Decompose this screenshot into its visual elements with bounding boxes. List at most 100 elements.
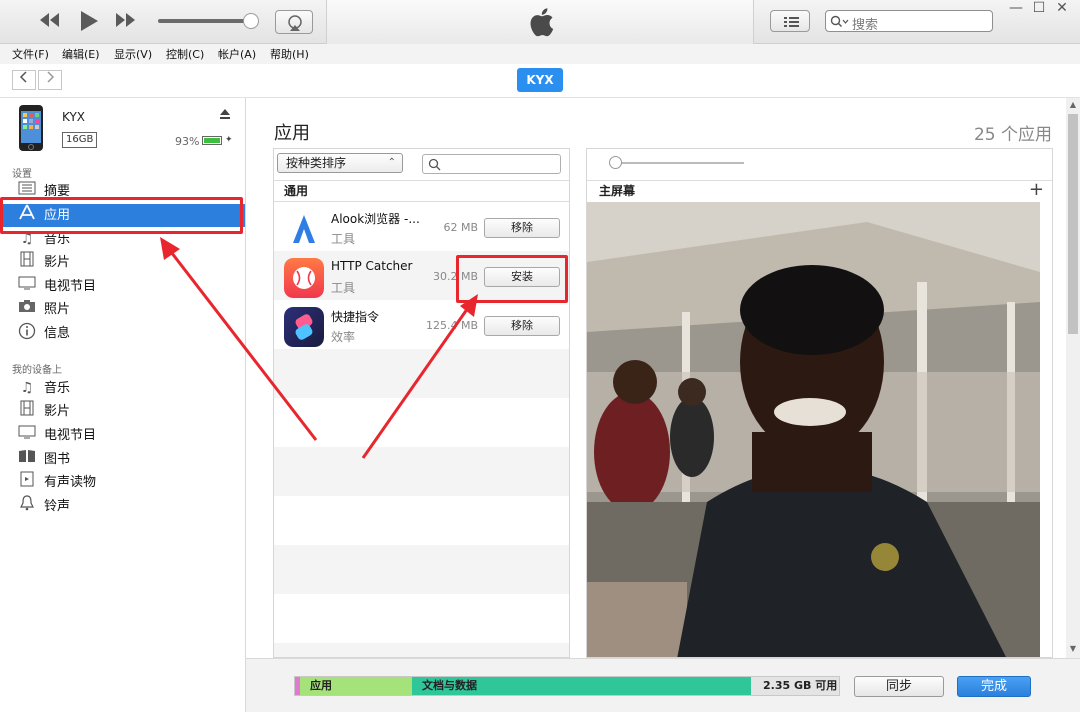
app-name: 快捷指令 bbox=[331, 310, 380, 324]
sidebar-item-device-books[interactable]: 图书 bbox=[0, 448, 245, 471]
back-button[interactable] bbox=[12, 70, 36, 90]
settings-section-label: 设置 bbox=[12, 169, 32, 180]
minimize-button[interactable]: — bbox=[1006, 0, 1026, 18]
done-button[interactable]: 完成 bbox=[957, 676, 1031, 697]
sidebar-item-films[interactable]: 影片 bbox=[0, 251, 245, 274]
sidebar-item-info[interactable]: 信息 bbox=[0, 322, 245, 345]
airplay-icon bbox=[288, 15, 302, 31]
sidebar-item-label: 照片 bbox=[44, 302, 71, 317]
chevron-right-icon bbox=[47, 71, 55, 83]
volume-knob[interactable] bbox=[243, 13, 259, 29]
forward-button[interactable] bbox=[38, 70, 62, 90]
sidebar-item-tv[interactable]: 电视节目 bbox=[0, 275, 245, 298]
sidebar-item-label: 铃声 bbox=[44, 499, 71, 514]
remove-button[interactable]: 移除 bbox=[484, 316, 560, 336]
battery-percent: 93% bbox=[175, 135, 200, 148]
storage-segment-apps: 应用 bbox=[300, 677, 412, 695]
annotation-highlight-install bbox=[456, 255, 568, 303]
add-screen-button[interactable]: + bbox=[1029, 179, 1044, 200]
film-icon bbox=[17, 251, 37, 275]
device-name: KYX bbox=[62, 110, 85, 124]
sidebar-item-photos[interactable]: 照片 bbox=[0, 298, 245, 321]
bottom-bar: 应用 文档与数据 2.35 GB 可用 同步 完成 bbox=[246, 658, 1080, 712]
storage-segment-documents: 文档与数据 bbox=[412, 677, 751, 695]
menu-account[interactable]: 帐户(A) bbox=[218, 46, 256, 62]
lcd-display bbox=[326, 0, 754, 44]
tv-icon bbox=[17, 424, 37, 447]
search-icon bbox=[830, 15, 849, 27]
home-screen-header: 主屏幕 bbox=[587, 180, 1052, 202]
film-icon bbox=[17, 400, 37, 424]
zoom-slider[interactable] bbox=[609, 162, 744, 164]
sidebar-item-label: 图书 bbox=[44, 452, 71, 467]
sidebar-item-device-ringtones[interactable]: 铃声 bbox=[0, 495, 245, 518]
list-stripe bbox=[274, 545, 569, 594]
main-scrollbar[interactable]: ▲ ▼ bbox=[1066, 98, 1080, 658]
app-count: 25 个应用 bbox=[973, 125, 1052, 145]
rewind-icon[interactable] bbox=[38, 11, 62, 34]
chevron-left-icon bbox=[19, 71, 27, 83]
menu-edit[interactable]: 编辑(E) bbox=[62, 46, 100, 62]
group-header: 通用 bbox=[274, 180, 569, 202]
sidebar-item-label: 音乐 bbox=[44, 381, 71, 396]
bell-icon bbox=[17, 495, 37, 519]
list-view-button[interactable] bbox=[770, 10, 810, 32]
sort-dropdown[interactable]: 按种类排序 ⌃ bbox=[277, 153, 403, 173]
apps-list-panel: 按种类排序 ⌃ 通用 Alook浏览器 -... 工具 62 MB 移除 HTT… bbox=[273, 148, 570, 658]
close-button[interactable]: ✕ bbox=[1052, 0, 1072, 18]
search-placeholder: 搜索 bbox=[852, 18, 879, 33]
scroll-up-icon[interactable]: ▲ bbox=[1066, 100, 1080, 109]
app-search-input[interactable] bbox=[422, 154, 561, 174]
app-category: 工具 bbox=[331, 232, 356, 246]
menu-view[interactable]: 显示(V) bbox=[114, 46, 152, 62]
search-input[interactable]: 搜索 bbox=[825, 10, 993, 33]
storage-free-label: 2.35 GB 可用 bbox=[763, 679, 838, 692]
list-stripe bbox=[274, 643, 569, 657]
remove-button[interactable]: 移除 bbox=[484, 218, 560, 238]
menu-file[interactable]: 文件(F) bbox=[12, 46, 49, 62]
menu-controls[interactable]: 控制(C) bbox=[166, 46, 204, 62]
device-button[interactable]: KYX bbox=[517, 68, 563, 92]
eject-icon[interactable] bbox=[219, 108, 231, 120]
sidebar-item-device-films[interactable]: 影片 bbox=[0, 400, 245, 423]
toolbar: 搜索 — ☐ ✕ bbox=[0, 0, 1080, 44]
charging-icon: ✦ bbox=[225, 135, 233, 145]
app-row[interactable]: Alook浏览器 -... 工具 62 MB 移除 bbox=[274, 204, 569, 253]
scroll-down-icon[interactable]: ▼ bbox=[1066, 644, 1080, 653]
sidebar-item-device-tv[interactable]: 电视节目 bbox=[0, 424, 245, 447]
play-icon[interactable] bbox=[78, 9, 100, 38]
maximize-button[interactable]: ☐ bbox=[1029, 0, 1049, 18]
on-device-section-label: 我的设备上 bbox=[12, 365, 62, 376]
menu-help[interactable]: 帮助(H) bbox=[270, 46, 309, 62]
list-stripe bbox=[274, 447, 569, 496]
audiobook-icon bbox=[17, 471, 37, 495]
camera-icon bbox=[17, 298, 37, 321]
book-icon bbox=[17, 448, 37, 471]
menu-bar: 文件(F) 编辑(E) 显示(V) 控制(C) 帐户(A) 帮助(H) bbox=[0, 44, 1080, 64]
home-screen-preview-image bbox=[587, 202, 1040, 657]
app-category: 效率 bbox=[331, 330, 356, 344]
sidebar-item-label: 影片 bbox=[44, 255, 71, 270]
tv-icon bbox=[17, 275, 37, 298]
app-row[interactable]: 快捷指令 效率 125.4 MB 移除 bbox=[274, 302, 569, 351]
sidebar-item-label: 影片 bbox=[44, 404, 71, 419]
app-category: 工具 bbox=[331, 281, 356, 295]
fast-forward-icon[interactable] bbox=[113, 11, 137, 34]
sidebar: KYX 16GB 93% ✦ 设置 摘要 应用 ♫ 音乐 影片 电视节目 照片 … bbox=[0, 98, 246, 712]
zoom-knob[interactable] bbox=[609, 156, 622, 169]
iphone-device-icon bbox=[19, 105, 43, 151]
list-icon bbox=[784, 17, 799, 27]
itunes-window: 搜索 — ☐ ✕ 文件(F) 编辑(E) 显示(V) 控制(C) 帐户(A) 帮… bbox=[0, 0, 1080, 712]
sync-button[interactable]: 同步 bbox=[854, 676, 944, 697]
capacity-badge: 16GB bbox=[62, 132, 98, 148]
sidebar-item-device-audiobooks[interactable]: 有声读物 bbox=[0, 471, 245, 494]
updown-chevron-icon: ⌃ bbox=[387, 157, 396, 168]
battery-fill bbox=[204, 138, 220, 143]
sidebar-item-device-music[interactable]: ♫ 音乐 bbox=[0, 377, 245, 400]
scroll-thumb[interactable] bbox=[1068, 114, 1078, 334]
apple-logo-icon bbox=[530, 8, 554, 37]
search-icon bbox=[428, 158, 441, 171]
airplay-button[interactable] bbox=[275, 10, 313, 34]
volume-slider[interactable] bbox=[158, 19, 254, 23]
annotation-highlight-apps bbox=[0, 197, 243, 234]
